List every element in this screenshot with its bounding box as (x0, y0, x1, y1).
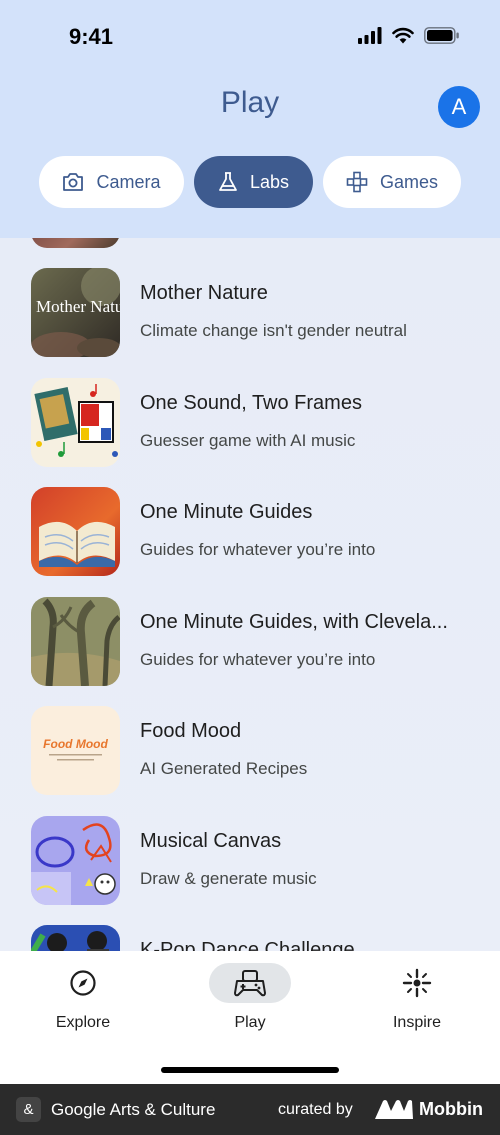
nav-inspire-label: Inspire (392, 1014, 442, 1031)
chip-games[interactable]: Games (323, 156, 461, 208)
list-item[interactable]: One Minute Guides, with Clevela... Guide… (0, 597, 500, 697)
google-arts-culture-logo: & (16, 1097, 41, 1122)
status-icons (358, 27, 460, 44)
list-item-thumbnail (31, 487, 120, 576)
labs-list[interactable]: Mother Nature Mother Nature Climate chan… (0, 238, 500, 951)
mother-nature-thumb-text: Mother Nature (36, 297, 120, 316)
list-item[interactable]: K-Pop Dance Challenge (0, 925, 500, 951)
category-chips: Camera Labs Games (0, 156, 500, 208)
list-item-thumbnail (31, 816, 120, 905)
gamepad-icon (346, 171, 368, 193)
list-item[interactable]: Musical Canvas Draw & generate music (0, 816, 500, 916)
chip-camera-label: Camera (96, 171, 161, 192)
flask-icon (219, 172, 237, 191)
battery-icon (424, 27, 459, 44)
nav-inspire[interactable]: Inspire (357, 963, 477, 1032)
list-item-title: Musical Canvas (140, 830, 282, 852)
list-item-thumbnail (31, 925, 120, 951)
gamepad-icon (234, 970, 266, 997)
chip-labs-label: Labs (249, 171, 290, 192)
list-item[interactable]: One Sound, Two Frames Guesser game with … (0, 378, 500, 478)
sparkle-icon (402, 968, 432, 998)
cellular-signal-icon (358, 27, 382, 44)
list-item[interactable]: Mother Nature Mother Nature Climate chan… (0, 268, 500, 368)
bottom-navigation: Explore Play Inspire (0, 951, 500, 1084)
mobbin-logo-icon (375, 1100, 413, 1119)
footer-brand: Mobbin (419, 1099, 483, 1119)
camera-icon (63, 173, 84, 191)
list-item-thumbnail (31, 597, 120, 686)
status-time: 9:41 (69, 24, 114, 49)
wifi-icon (392, 27, 414, 44)
nav-play-label: Play (234, 1014, 266, 1031)
nav-explore-label: Explore (55, 1014, 111, 1031)
list-item-title: One Minute Guides (140, 501, 313, 523)
food-mood-thumb-text: Food Mood (43, 737, 108, 751)
nav-play[interactable]: Play (190, 963, 310, 1032)
compass-icon (70, 970, 96, 996)
chip-camera[interactable]: Camera (39, 156, 184, 208)
chip-games-label: Games (379, 171, 439, 192)
footer-app-name: Google Arts & Culture (51, 1100, 216, 1119)
list-item-title: Food Mood (140, 720, 242, 742)
attribution-footer: & Google Arts & Culture curated by Mobbi… (0, 1084, 500, 1135)
list-item-title: K-Pop Dance Challenge (140, 939, 355, 951)
list-item-subtitle: Draw & generate music (140, 869, 317, 888)
list-item-subtitle: Guides for whatever you’re into (140, 650, 376, 669)
account-avatar[interactable]: A (438, 86, 480, 128)
list-item-thumbnail: Food Mood (31, 706, 120, 795)
list-item-thumbnail (31, 378, 120, 467)
list-item[interactable]: Food Mood Food Mood AI Generated Recipes (0, 706, 500, 806)
list-item-title: Mother Nature (140, 282, 268, 304)
list-item-subtitle: Guides for whatever you’re into (140, 540, 376, 559)
list-item-title: One Minute Guides, with Clevela... (140, 611, 448, 633)
app-header: 9:41 Play A Camera Labs Games (0, 0, 500, 238)
list-item[interactable]: One Minute Guides Guides for whatever yo… (0, 487, 500, 587)
status-bar: 9:41 (0, 0, 500, 70)
list-item-thumbnail: Mother Nature (31, 268, 120, 357)
list-item-subtitle: AI Generated Recipes (140, 759, 308, 778)
list-item-subtitle: Guesser game with AI music (140, 431, 356, 450)
home-indicator[interactable] (161, 1067, 339, 1073)
list-item-subtitle: Climate change isn't gender neutral (140, 321, 407, 340)
list-item-thumbnail-partial[interactable] (31, 238, 120, 248)
nav-explore[interactable]: Explore (23, 963, 143, 1032)
list-item-title: One Sound, Two Frames (140, 392, 362, 414)
page-title: Play (220, 86, 280, 119)
footer-curated-by: curated by (278, 1101, 353, 1118)
chip-labs[interactable]: Labs (194, 156, 313, 208)
